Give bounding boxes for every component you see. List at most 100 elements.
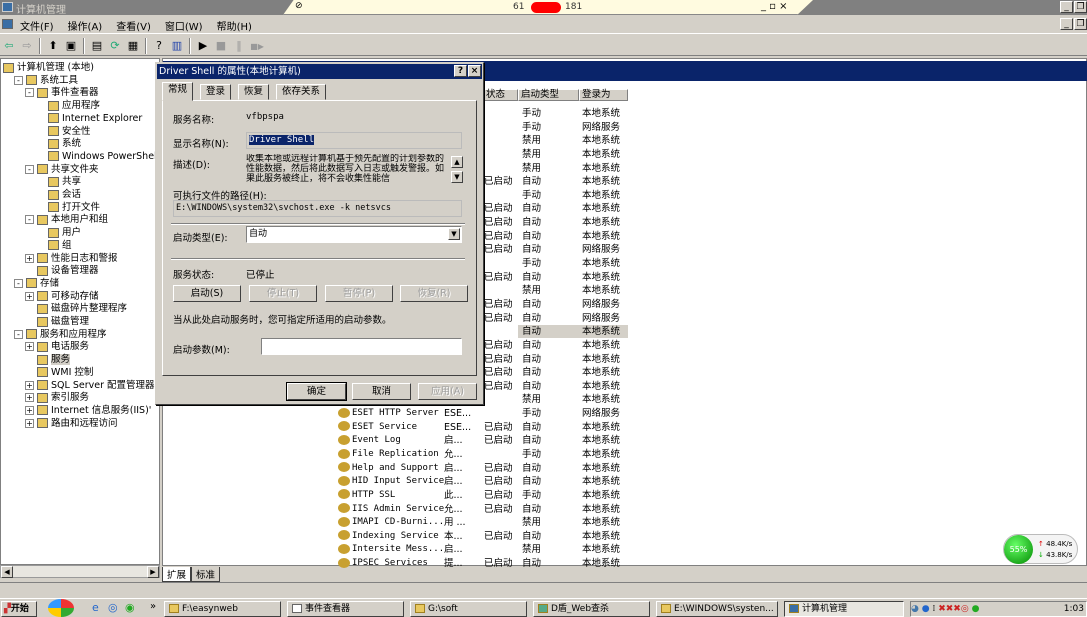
ok-button[interactable]: 确定 bbox=[286, 382, 347, 401]
tree-item[interactable]: 磁盘碎片整理程序 bbox=[25, 302, 127, 315]
tree-item[interactable]: + Internet 信息服务(IIS)' bbox=[25, 404, 151, 417]
collapse-icon[interactable]: - bbox=[14, 278, 23, 288]
tree-item[interactable]: - 系统工具 bbox=[14, 74, 78, 87]
pause-icon[interactable]: ‖ bbox=[231, 38, 247, 54]
child-restore-button[interactable]: ❐ bbox=[1074, 18, 1087, 30]
dialog-title-bar[interactable]: Driver Shell 的属性(本地计算机) ? × bbox=[157, 64, 482, 79]
start-button[interactable]: ▞开始 bbox=[1, 601, 37, 617]
tab-general[interactable]: 常规 bbox=[162, 82, 194, 101]
service-row[interactable]: ESET HTTP Server ESE... 手动 网络服务 bbox=[338, 407, 738, 420]
expand-icon[interactable]: + bbox=[25, 418, 34, 428]
properties-icon[interactable]: ▤ bbox=[89, 38, 105, 54]
expand-icon[interactable]: + bbox=[25, 393, 34, 403]
tray-icon[interactable]: ● bbox=[972, 604, 980, 614]
start-params-input[interactable] bbox=[261, 338, 462, 355]
tree-item[interactable]: + 电话服务 bbox=[25, 340, 89, 353]
remote-controls[interactable]: _ ▫ × bbox=[761, 1, 788, 12]
network-speed-widget[interactable]: 55% ↑ 48.4K/s ↓ 43.8K/s bbox=[1003, 534, 1078, 564]
refresh-icon[interactable]: ⟳ bbox=[107, 38, 123, 54]
task-dshield[interactable]: D盾_Web查杀 bbox=[533, 601, 650, 617]
help-icon[interactable]: ? bbox=[151, 38, 167, 54]
tab-logon[interactable]: 登录 bbox=[200, 84, 232, 100]
tree-item[interactable]: - 存储 bbox=[14, 277, 59, 290]
service-row[interactable]: Help and Support 启... 已启动 自动 本地系统 bbox=[338, 462, 738, 475]
pin-icon[interactable]: ⊘ bbox=[295, 1, 303, 11]
tree-item[interactable]: 应用程序 bbox=[36, 99, 100, 112]
tree-item[interactable]: + 索引服务 bbox=[25, 391, 89, 404]
tree-item[interactable]: 安全性 bbox=[36, 125, 91, 138]
restore-button[interactable]: ❐ bbox=[1074, 1, 1087, 13]
tree-item[interactable]: + 路由和远程访问 bbox=[25, 417, 118, 430]
menu-window[interactable]: 窗口(W) bbox=[159, 16, 211, 33]
expand-icon[interactable]: + bbox=[25, 253, 34, 263]
help-button[interactable]: ? bbox=[454, 65, 467, 77]
expand-icon[interactable]: + bbox=[25, 291, 34, 301]
menu-view[interactable]: 查看(V) bbox=[110, 16, 159, 33]
ie-icon[interactable]: e bbox=[92, 601, 99, 614]
play-icon[interactable]: ▶ bbox=[195, 38, 211, 54]
tree-item[interactable]: - 本地用户和组 bbox=[25, 213, 108, 226]
task-event-viewer[interactable]: 事件查看器 bbox=[287, 601, 404, 617]
task-windows-folder[interactable]: E:\WINDOWS\systen... bbox=[656, 601, 778, 617]
tab-extended[interactable]: 扩展 bbox=[162, 567, 192, 582]
tree-item[interactable]: Internet Explorer bbox=[36, 112, 142, 125]
collapse-icon[interactable]: - bbox=[14, 329, 23, 339]
service-row[interactable]: HTTP SSL 此... 已启动 手动 本地系统 bbox=[338, 489, 738, 502]
tree-horizontal-scrollbar[interactable]: ◀ ▶ bbox=[0, 565, 160, 578]
show-tree-icon[interactable]: ▣ bbox=[63, 38, 79, 54]
stop-button[interactable]: 停止(T) bbox=[249, 285, 317, 302]
service-row[interactable]: HID Input Service 启... 已启动 自动 本地系统 bbox=[338, 475, 738, 488]
tree-item[interactable]: 会话 bbox=[36, 188, 81, 201]
chevron-down-icon[interactable]: ▼ bbox=[448, 228, 460, 240]
tree-item[interactable]: - 共享文件夹 bbox=[25, 163, 99, 176]
back-icon[interactable]: ⇦ bbox=[1, 38, 17, 54]
tree-item[interactable]: - 事件查看器 bbox=[25, 86, 99, 99]
tree-item[interactable]: + 可移动存储 bbox=[25, 290, 99, 303]
service-row[interactable]: Indexing Service 本... 已启动 自动 本地系统 bbox=[338, 530, 738, 543]
resume-button[interactable]: 恢复(R) bbox=[400, 285, 468, 302]
service-row[interactable]: Intersite Mess... 启... 禁用 本地系统 bbox=[338, 543, 738, 556]
menu-file[interactable]: 文件(F) bbox=[14, 16, 62, 33]
quicklaunch-green-icon[interactable]: ◉ bbox=[125, 601, 135, 614]
tree-item[interactable]: 设备管理器 bbox=[25, 264, 99, 277]
tree-item[interactable]: 打开文件 bbox=[36, 201, 100, 214]
display-name-field[interactable]: Driver Shell bbox=[246, 132, 462, 149]
quicklaunch-icon[interactable]: ◎ bbox=[108, 601, 118, 614]
restart-icon[interactable]: ■▶ bbox=[249, 39, 265, 55]
tree-item[interactable]: 服务 bbox=[25, 353, 71, 366]
task-computer-management[interactable]: 计算机管理 bbox=[784, 601, 904, 617]
cancel-button[interactable]: 取消 bbox=[352, 383, 411, 400]
close-button[interactable]: × bbox=[468, 65, 481, 77]
column-header-startup-type[interactable]: 启动类型 bbox=[518, 89, 579, 101]
minimize-button[interactable]: _ bbox=[1060, 1, 1073, 13]
tree-item[interactable]: 组 bbox=[36, 239, 72, 252]
menu-help[interactable]: 帮助(H) bbox=[211, 16, 260, 33]
service-row[interactable]: IMAPI CD-Burni... 用 ... 禁用 本地系统 bbox=[338, 516, 738, 529]
service-row[interactable]: ESET Service ESE... 已启动 自动 本地系统 bbox=[338, 421, 738, 434]
service-row[interactable]: IIS Admin Service 允... 已启动 自动 本地系统 bbox=[338, 503, 738, 516]
tree-item[interactable]: 系统 bbox=[36, 137, 81, 150]
task-soft[interactable]: G:\soft bbox=[410, 601, 527, 617]
scroll-right-button[interactable]: ▶ bbox=[147, 566, 159, 578]
tree-item[interactable]: + SQL Server 配置管理器 bbox=[25, 379, 155, 392]
app-menu-icon[interactable] bbox=[2, 19, 13, 29]
pause-button[interactable]: 暂停(P) bbox=[325, 285, 393, 302]
tree-item[interactable]: + 性能日志和警报 bbox=[25, 252, 118, 265]
apply-button[interactable]: 应用(A) bbox=[418, 383, 477, 400]
service-row[interactable]: File Replication 允... 手动 本地系统 bbox=[338, 448, 738, 461]
tab-standard[interactable]: 标准 bbox=[191, 567, 221, 582]
tab-recovery[interactable]: 恢复 bbox=[238, 84, 270, 100]
collapse-icon[interactable]: - bbox=[14, 75, 23, 85]
expand-icon[interactable]: + bbox=[25, 342, 34, 352]
collapse-icon[interactable]: - bbox=[25, 88, 34, 98]
service-row[interactable]: Event Log 启... 已启动 自动 本地系统 bbox=[338, 434, 738, 447]
tree-item[interactable]: 计算机管理 (本地) bbox=[3, 61, 94, 74]
more-icon[interactable]: » bbox=[150, 601, 156, 612]
expand-icon[interactable]: + bbox=[25, 380, 34, 390]
window-controls[interactable]: _ ❐ bbox=[1059, 1, 1087, 13]
up-folder-icon[interactable]: ⬆ bbox=[45, 38, 61, 54]
child-window-controls[interactable]: _ ❐ bbox=[1059, 18, 1087, 30]
tree-item[interactable]: 磁盘管理 bbox=[25, 315, 89, 328]
column-header-logon-as[interactable]: 登录为 bbox=[579, 89, 628, 101]
task-easynweb[interactable]: F:\easynweb bbox=[164, 601, 281, 617]
